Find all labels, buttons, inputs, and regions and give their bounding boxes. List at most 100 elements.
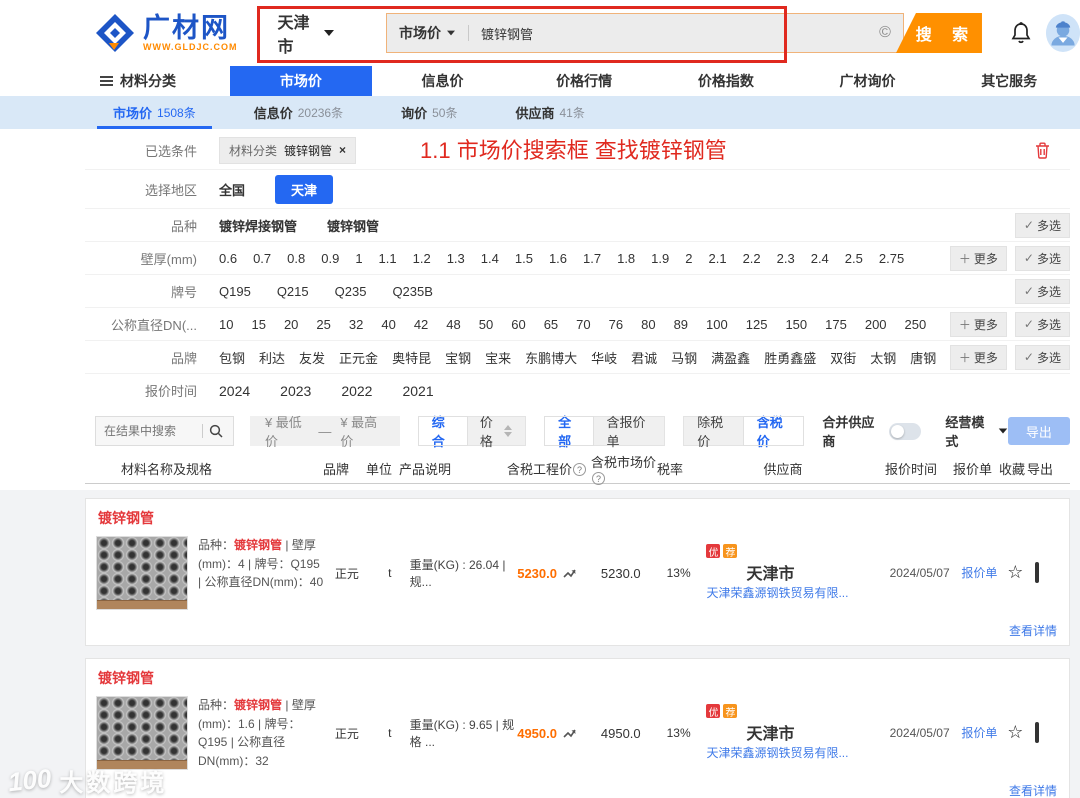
grade-option[interactable]: Q215 [277, 284, 309, 299]
nav-item[interactable]: 其它服务 [938, 66, 1080, 96]
help-icon[interactable] [592, 471, 605, 485]
multi-select-button[interactable]: ✓ 多选 [1014, 344, 1070, 370]
result-type-tab[interactable]: 信息价 20236条 [254, 96, 343, 129]
thickness-option[interactable]: 1.6 [549, 251, 567, 266]
clear-filters-trash-icon[interactable] [1035, 142, 1050, 159]
result-type-tab[interactable]: 询价 50条 [401, 96, 457, 129]
help-icon[interactable] [573, 463, 587, 476]
export-button[interactable]: 导出 [1007, 417, 1070, 445]
thickness-option[interactable]: 1.9 [651, 251, 669, 266]
thickness-option[interactable]: 2 [685, 251, 692, 266]
export-checkbox[interactable] [1035, 562, 1040, 583]
selected-filter-tag[interactable]: 材料分类 镀锌钢管 × [219, 136, 357, 164]
thickness-option[interactable]: 0.9 [321, 251, 339, 266]
remove-tag-icon[interactable]: × [339, 143, 346, 157]
brand-option[interactable]: 宝来 [485, 348, 511, 367]
brand-option[interactable]: 唐钢 [910, 348, 936, 367]
grade-option[interactable]: Q235B [392, 284, 432, 299]
grade-option[interactable]: Q235 [335, 284, 367, 299]
site-logo[interactable]: 广材网 WWW.GLDJC.COM [95, 13, 238, 53]
multi-select-button[interactable]: ✓ 多选 [1014, 245, 1070, 271]
diameter-option[interactable]: 76 [609, 317, 623, 332]
search-category-dropdown[interactable]: 市场价 [399, 23, 456, 43]
quote-year-option[interactable]: 2023 [280, 383, 311, 399]
price-excl-tax[interactable]: 除税价 [684, 415, 744, 449]
nav-item[interactable]: 价格行情 [513, 66, 655, 96]
search-button[interactable]: 搜 索 [895, 13, 982, 53]
export-checkbox[interactable] [1035, 722, 1040, 744]
sort-price[interactable]: 价格 [467, 415, 525, 449]
diameter-option[interactable]: 50 [479, 317, 493, 332]
thickness-option[interactable]: 1.7 [583, 251, 601, 266]
diameter-option[interactable]: 20 [284, 317, 298, 332]
nav-item[interactable]: 市场价 [230, 66, 372, 96]
price-range-filter[interactable]: ¥ 最低价 — ¥ 最高价 [249, 415, 400, 449]
sort-composite[interactable]: 综合 [417, 415, 468, 449]
brand-option[interactable]: 利达 [259, 348, 285, 367]
diameter-option[interactable]: 200 [865, 317, 887, 332]
brand-option[interactable]: 太钢 [870, 348, 896, 367]
thickness-option[interactable]: 2.1 [708, 251, 726, 266]
product-image[interactable] [96, 536, 188, 610]
notification-bell-icon[interactable] [1010, 21, 1032, 45]
multi-select-button[interactable]: ✓ 多选 [1014, 311, 1070, 337]
camera-search-icon[interactable]: © [879, 24, 891, 42]
filter-all[interactable]: 全部 [544, 415, 595, 449]
diameter-option[interactable]: 15 [251, 317, 265, 332]
price-incl-tax[interactable]: 含税价 [742, 415, 805, 449]
diameter-option[interactable]: 25 [316, 317, 330, 332]
quote-sheet-link[interactable]: 报价单 [961, 726, 997, 740]
result-type-tab[interactable]: 市场价 1508条 [97, 96, 212, 129]
diameter-option[interactable]: 40 [381, 317, 395, 332]
city-selector[interactable]: 天津市 [278, 9, 334, 57]
thickness-option[interactable]: 1.1 [379, 251, 397, 266]
diameter-option[interactable]: 150 [785, 317, 807, 332]
results-search-input[interactable] [104, 424, 196, 438]
product-image[interactable] [96, 696, 188, 770]
brand-option[interactable]: 包钢 [219, 348, 245, 367]
brand-option[interactable]: 胜勇鑫盛 [764, 348, 816, 367]
more-button[interactable]: ＋更多 [949, 344, 1007, 370]
thickness-option[interactable]: 2.2 [743, 251, 761, 266]
search-icon[interactable] [209, 424, 223, 438]
max-price-field[interactable]: ¥ 最高价 [340, 412, 384, 450]
diameter-option[interactable]: 60 [511, 317, 525, 332]
quote-sheet-link[interactable]: 报价单 [961, 566, 997, 580]
trend-up-icon[interactable] [563, 728, 577, 739]
diameter-option[interactable]: 32 [349, 317, 363, 332]
nav-item[interactable]: 广材询价 [797, 66, 939, 96]
user-avatar[interactable] [1045, 14, 1080, 52]
diameter-option[interactable]: 89 [674, 317, 688, 332]
result-type-tab[interactable]: 供应商 41条 [515, 96, 584, 129]
region-option[interactable]: 天津 [275, 174, 334, 204]
thickness-option[interactable]: 1.3 [447, 251, 465, 266]
brand-option[interactable]: 奥特昆 [392, 348, 431, 367]
thickness-option[interactable]: 1 [355, 251, 362, 266]
favorite-star-icon[interactable]: ☆ [1007, 722, 1023, 742]
diameter-option[interactable]: 65 [544, 317, 558, 332]
thickness-option[interactable]: 1.5 [515, 251, 533, 266]
material-catalog-menu[interactable]: 材料分类 [100, 66, 230, 96]
thickness-option[interactable]: 2.75 [879, 251, 904, 266]
brand-option[interactable]: 东鹏博大 [525, 348, 577, 367]
thickness-option[interactable]: 1.4 [481, 251, 499, 266]
diameter-option[interactable]: 48 [446, 317, 460, 332]
more-button[interactable]: ＋更多 [949, 245, 1007, 271]
diameter-option[interactable]: 80 [641, 317, 655, 332]
brand-option[interactable]: 正元金 [339, 348, 378, 367]
brand-option[interactable]: 友发 [299, 348, 325, 367]
multi-select-button[interactable]: ✓ 多选 [1014, 278, 1070, 304]
diameter-option[interactable]: 250 [905, 317, 927, 332]
brand-option[interactable]: 马钢 [671, 348, 697, 367]
diameter-option[interactable]: 42 [414, 317, 428, 332]
region-option[interactable]: 全国 [219, 180, 245, 199]
supplier-link[interactable]: 天津荣鑫源钢铁贸易有限... [706, 586, 848, 600]
brand-option[interactable]: 宝钢 [445, 348, 471, 367]
nav-item[interactable]: 信息价 [372, 66, 514, 96]
thickness-option[interactable]: 2.5 [845, 251, 863, 266]
view-detail-link[interactable]: 查看详情 [1009, 622, 1057, 639]
brand-option[interactable]: 君诚 [631, 348, 657, 367]
more-button[interactable]: ＋更多 [949, 311, 1007, 337]
thickness-option[interactable]: 0.8 [287, 251, 305, 266]
quote-year-option[interactable]: 2022 [341, 383, 372, 399]
